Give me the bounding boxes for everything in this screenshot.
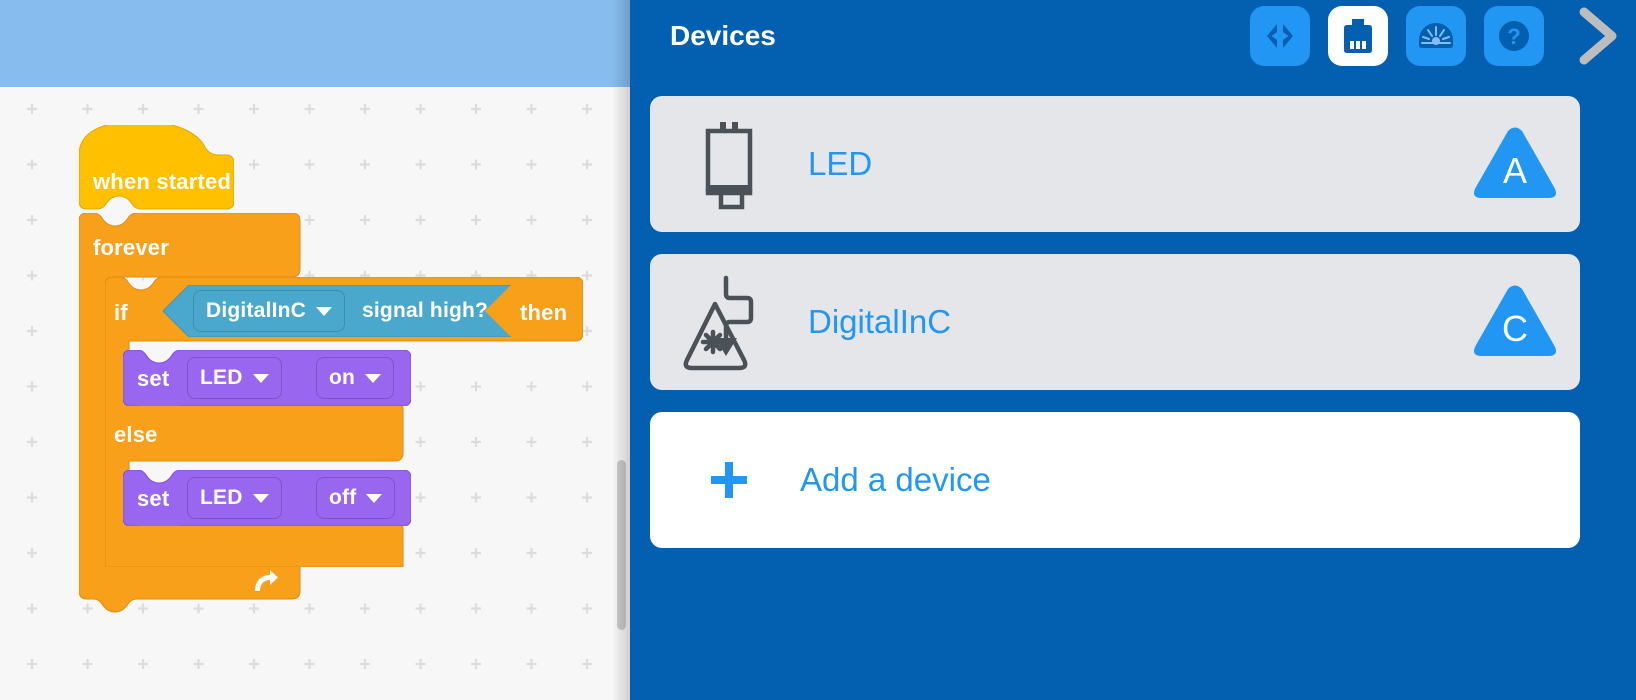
set-on-device-dropdown[interactable]: LED (187, 357, 282, 399)
add-device-label: Add a device (800, 461, 991, 498)
workspace-top-strip (0, 0, 630, 87)
block-set-led-off[interactable]: set LED off (122, 469, 412, 540)
set-off-device-label: LED (200, 486, 243, 509)
svg-text:?: ? (1507, 24, 1520, 49)
chevron-down-icon (366, 493, 383, 503)
chevron-down-icon (316, 306, 332, 316)
device-card-digitalinc[interactable]: DigitalInC C (650, 254, 1580, 390)
port-letter: C (1502, 308, 1528, 349)
device-list: LED A DigitalInC C Add a device (630, 72, 1636, 700)
device-card-led[interactable]: LED A (650, 96, 1580, 232)
port-badge-a: A (1472, 125, 1558, 203)
led-device-icon (674, 117, 784, 211)
digital-in-device-icon (674, 272, 784, 372)
chevron-down-icon (365, 373, 382, 383)
condition-device-dropdown[interactable]: DigitalInC (193, 290, 345, 332)
chevron-down-icon (252, 493, 269, 503)
device-name-label: LED (808, 145, 873, 182)
port-letter: A (1502, 150, 1527, 191)
if-label: if (114, 300, 128, 325)
chevron-down-icon (252, 373, 269, 383)
device-name-label: DigitalInC (808, 303, 952, 340)
condition-device-label: DigitalInC (206, 299, 306, 322)
app-root: when started forever if then else Digita… (0, 0, 1636, 700)
then-label: then (520, 300, 568, 325)
set-off-device-dropdown[interactable]: LED (187, 477, 282, 519)
page-title: Devices (670, 20, 776, 51)
devices-panel: Devices ? LED A DigitalInC C Add a devic… (630, 0, 1636, 700)
block-programming-workspace[interactable]: when started forever if then else Digita… (0, 0, 630, 700)
set-verb-label: set (137, 486, 170, 511)
block-condition-signal-high[interactable]: DigitalInC signal high? (162, 284, 512, 338)
set-on-state-dropdown[interactable]: on (316, 357, 395, 399)
set-off-state-dropdown[interactable]: off (316, 477, 396, 519)
panel-header: Devices ? (630, 0, 1636, 72)
add-device-button[interactable]: Add a device (650, 412, 1580, 548)
else-label: else (114, 422, 158, 447)
when-started-label: when started (93, 169, 232, 194)
help-button[interactable]: ? (1484, 6, 1544, 66)
dashboard-button[interactable] (1406, 6, 1466, 66)
header-button-group: ? (1250, 6, 1544, 66)
forever-label: forever (93, 235, 169, 260)
block-when-started[interactable]: when started (78, 120, 235, 213)
loop-arrow-icon (255, 570, 278, 591)
set-on-state-label: on (329, 366, 356, 389)
set-verb-label: set (137, 366, 170, 391)
block-if-else[interactable]: if then else DigitalInC signal high? set… (104, 276, 584, 568)
condition-predicate-label: signal high? (362, 299, 489, 322)
devices-button[interactable] (1328, 6, 1388, 66)
plus-icon (696, 459, 762, 501)
port-badge-c: C (1472, 283, 1558, 361)
set-on-device-label: LED (200, 366, 243, 389)
block-set-led-on[interactable]: set LED on (122, 349, 412, 420)
set-off-state-label: off (329, 486, 357, 509)
code-view-button[interactable] (1250, 6, 1310, 66)
workspace-vertical-scrollbar[interactable] (617, 460, 626, 630)
chevron-right-icon[interactable] (1564, 4, 1628, 68)
